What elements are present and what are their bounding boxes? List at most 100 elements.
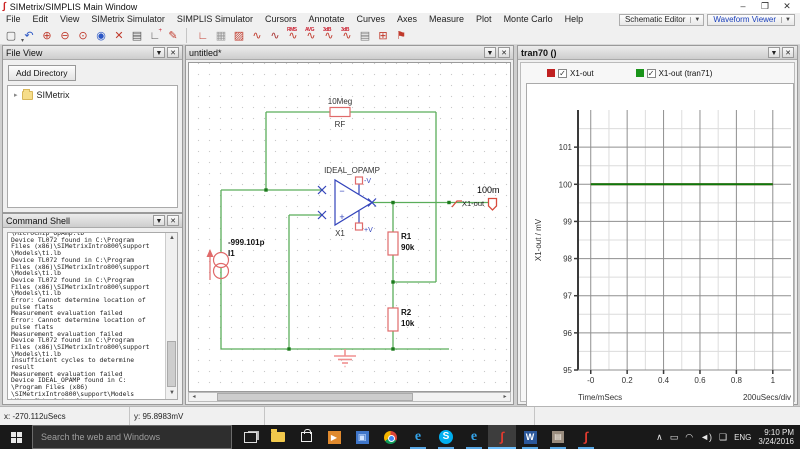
zoom-in-icon[interactable]: ⊕ [38,27,56,44]
resistor-r1[interactable]: R1 90k [388,232,415,255]
minimize-button[interactable]: – [732,0,754,13]
tree-item-simetrix[interactable]: ▸SIMetrix [10,90,175,100]
clock[interactable]: 9:10 PM 3/24/2016 [758,428,794,446]
show-axes-icon[interactable]: ∟ [194,27,212,44]
waveform-viewer-button[interactable]: Waveform Viewer ▼ [707,14,795,26]
ground-symbol[interactable] [334,349,356,367]
menu-view[interactable]: View [54,13,85,26]
taskbar-internet-explorer[interactable]: e [404,425,432,449]
scroll-left-icon[interactable]: ◂ [189,393,199,401]
menu-measure[interactable]: Measure [423,13,470,26]
action-center-icon[interactable]: ❑ [719,425,727,449]
zoom-out-icon[interactable]: ⊖ [56,27,74,44]
copy-to-clipboard-icon[interactable]: ▤ [128,27,146,44]
taskbar-install-package[interactable]: ▤ [544,425,572,449]
scroll-right-icon[interactable]: ▸ [500,393,510,401]
show-grid-icon[interactable]: ▦ [212,27,230,44]
menu-simplis-simulator[interactable]: SIMPLIS Simulator [171,13,259,26]
undo-icon[interactable]: ↶ [20,27,38,44]
delete-curve-icon[interactable]: ✕ [110,27,128,44]
tablet-mode-icon[interactable]: ▭ [670,425,679,449]
rms-measure-icon[interactable]: ∿RMS [284,27,302,44]
network-icon[interactable]: ◠ [685,425,693,449]
schematic-editor-button[interactable]: Schematic Editor ▼ [619,14,704,26]
status-spacer [265,407,535,425]
add-axis-icon[interactable]: ∟+ [146,27,164,44]
resistor-rf[interactable]: 10Meg RF [328,97,352,129]
add-directory-button[interactable]: Add Directory [8,65,76,81]
taskbar-skype[interactable]: S [432,425,460,449]
probe-x1-out[interactable]: X1-out [452,199,485,208]
taskbar-chrome[interactable] [376,425,404,449]
panel-menu-icon[interactable]: ▼ [153,215,165,226]
panel-menu-icon[interactable]: ▼ [153,47,165,58]
avg-measure-icon[interactable]: ∿AVG [302,27,320,44]
scroll-down-icon[interactable]: ▼ [166,388,178,399]
menu-help[interactable]: Help [559,13,590,26]
close-button[interactable]: ✕ [776,0,798,13]
3db-point-low-icon[interactable]: ∿3dB [320,27,338,44]
volume-icon[interactable]: ◄) [700,425,712,449]
show-curve-icon[interactable]: ◉ [92,27,110,44]
opamp-x1[interactable]: − + -V +V IDEAL_OPAMP X1 [318,166,380,238]
scrollbar[interactable]: ▲ ▼ [165,233,177,399]
close-icon[interactable]: ✕ [782,47,794,58]
legend-checkbox[interactable]: ✓ [558,69,567,78]
close-icon[interactable]: ✕ [498,47,510,58]
close-icon[interactable]: ✕ [167,215,179,226]
edit-curve-icon[interactable]: ✎ [164,27,182,44]
menu-edit[interactable]: Edit [27,13,55,26]
new-curve-page-icon[interactable]: ▤ [356,27,374,44]
resistor-r2[interactable]: R2 10k [388,308,415,331]
hidden-icons-icon[interactable]: ∧ [656,425,663,449]
taskbar-photos[interactable]: ▣ [348,425,376,449]
frequency-curve-icon[interactable]: ∿ [266,27,284,44]
schematic-canvas[interactable]: 10Meg RF − + [188,62,511,392]
horizontal-scrollbar[interactable]: ◂ ▸ [188,392,511,402]
chevron-down-icon[interactable]: ▼ [781,17,794,23]
chevron-down-icon[interactable]: ▼ [690,17,703,23]
annotate-flag-icon[interactable]: ⚑ [392,27,410,44]
panel-menu-icon[interactable]: ▼ [768,47,780,58]
simetrix-icon: ∫ [500,429,504,445]
expander-icon[interactable]: ▸ [14,91,18,99]
taskbar-word[interactable]: W [516,425,544,449]
current-source-i1[interactable]: -999.101p I1 [207,238,265,280]
file-tree[interactable]: ▸SIMetrix [7,85,178,208]
edit-graph-icon[interactable]: ▨ [230,27,248,44]
word-icon: W [524,431,537,444]
menu-curves[interactable]: Curves [351,13,392,26]
scrollbar-thumb[interactable] [217,393,413,401]
add-curve-icon[interactable]: ⊞ [374,27,392,44]
scrollbar-thumb[interactable] [167,341,176,387]
menu-cursors[interactable]: Cursors [259,13,303,26]
command-shell-output[interactable]: \MicroChip_OpAmp.lbDevice TL072 found in… [7,232,178,400]
legend-checkbox[interactable]: ✓ [647,69,656,78]
3db-point-high-icon[interactable]: ∿3dB [338,27,356,44]
menu-axes[interactable]: Axes [391,13,423,26]
scroll-up-icon[interactable]: ▲ [166,233,178,244]
taskbar-simetrix-2[interactable]: ∫ [572,425,600,449]
menu-file[interactable]: File [0,13,27,26]
panel-menu-icon[interactable]: ▼ [484,47,496,58]
close-icon[interactable]: ✕ [167,47,179,58]
start-button[interactable] [0,425,32,449]
menu-annotate[interactable]: Annotate [302,13,350,26]
taskbar-movies-tv[interactable]: ▶ [320,425,348,449]
fourier-curve-icon[interactable]: ∿ [248,27,266,44]
waveform-plot[interactable]: 1011009998979695-00.20.40.60.81X1-out / … [527,84,793,406]
language-indicator[interactable]: ENG [734,433,751,442]
taskbar-search-input[interactable]: Search the web and Windows [32,425,232,449]
taskbar-task-view[interactable] [236,425,264,449]
plot-area[interactable]: 1011009998979695-00.20.40.60.81X1-out / … [526,83,794,407]
zoom-fit-icon[interactable]: ⊙ [74,27,92,44]
taskbar-file-explorer[interactable] [264,425,292,449]
new-graph-icon[interactable]: ▢▾ [2,27,20,44]
menu-monte-carlo[interactable]: Monte Carlo [498,13,559,26]
menu-plot[interactable]: Plot [470,13,498,26]
taskbar-windows-store[interactable] [292,425,320,449]
taskbar-simetrix[interactable]: ∫ [488,425,516,449]
menu-simetrix-simulator[interactable]: SIMetrix Simulator [85,13,171,26]
maximize-button[interactable]: ❐ [754,0,776,13]
taskbar-edge[interactable]: e [460,425,488,449]
